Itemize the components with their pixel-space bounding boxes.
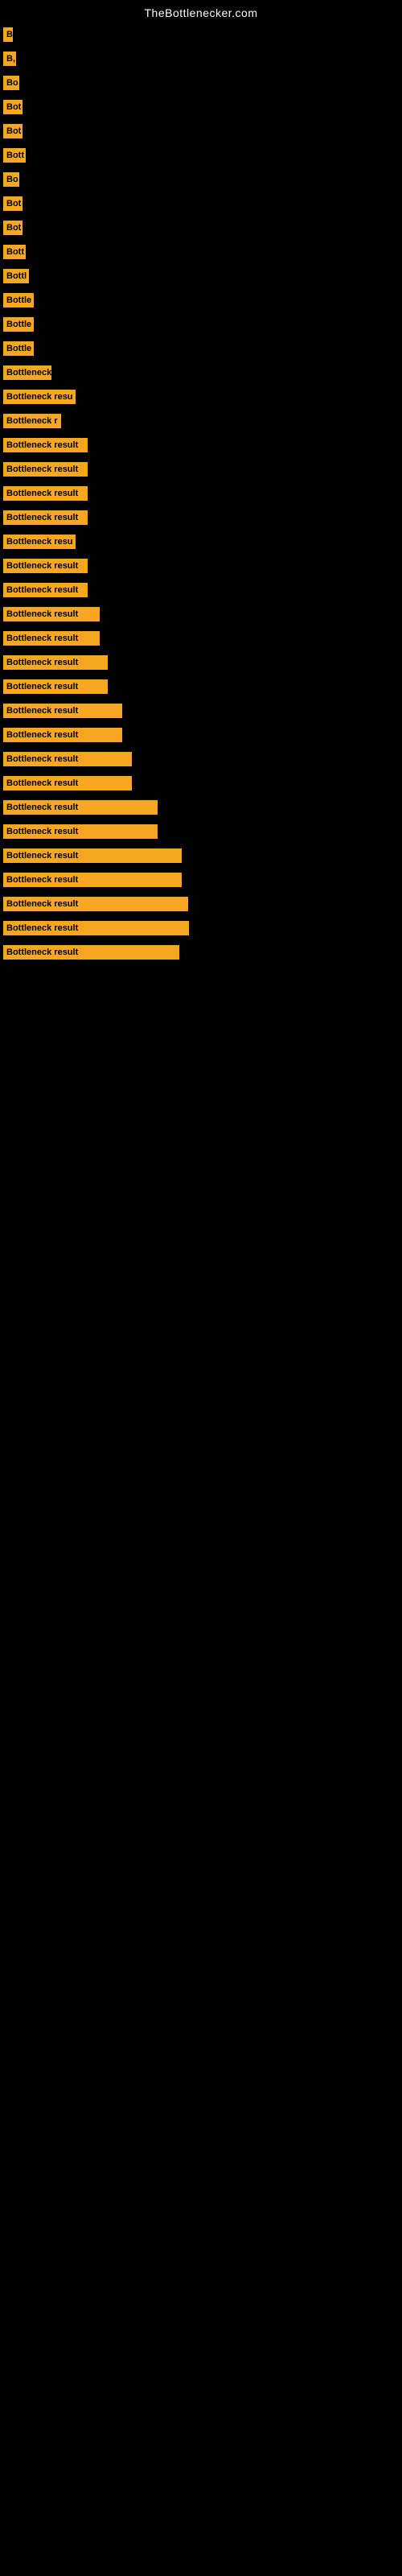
bar-label: B xyxy=(3,27,13,42)
bar-label: Bottleneck result xyxy=(3,897,188,911)
bar-label: Bot xyxy=(3,221,23,235)
bar-row: Bottleneck resu xyxy=(0,530,402,554)
bar-label: Bo xyxy=(3,76,19,90)
bar-label: Bottleneck result xyxy=(3,728,122,742)
bar-row: Bottleneck result xyxy=(0,506,402,530)
bar-row: Bottle xyxy=(0,312,402,336)
bar-label: Bottleneck resu xyxy=(3,535,76,549)
bar-row: Bo xyxy=(0,71,402,95)
bar-row: Bottleneck result xyxy=(0,481,402,506)
bar-label: Bottleneck result xyxy=(3,510,88,525)
bar-row: Bottleneck r xyxy=(0,409,402,433)
bar-row: B xyxy=(0,23,402,47)
bar-row: Bottl xyxy=(0,264,402,288)
bar-label: Bottle xyxy=(3,293,34,308)
bar-row: Bottleneck result xyxy=(0,771,402,795)
bar-label: Bott xyxy=(3,148,26,163)
bar-label: Bottleneck result xyxy=(3,848,182,863)
bar-row: Bottleneck result xyxy=(0,650,402,675)
bar-label: Bottleneck r xyxy=(3,414,61,428)
bar-row: Bottleneck result xyxy=(0,844,402,868)
bar-row: Bottleneck result xyxy=(0,433,402,457)
bar-row: B, xyxy=(0,47,402,71)
bar-row: Bottleneck result xyxy=(0,819,402,844)
bar-label: B, xyxy=(3,52,16,66)
bar-label: Bottle xyxy=(3,341,34,356)
bar-row: Bottleneck result xyxy=(0,747,402,771)
bar-label: Bottleneck result xyxy=(3,921,189,935)
bar-label: Bottleneck result xyxy=(3,631,100,646)
bar-row: Bott xyxy=(0,143,402,167)
bar-row: Bottleneck result xyxy=(0,675,402,699)
bar-label: Bottleneck result xyxy=(3,873,182,887)
bar-label: Bottleneck result xyxy=(3,559,88,573)
bar-row: Bottle xyxy=(0,288,402,312)
bar-row: Bo xyxy=(0,167,402,192)
bar-row: Bot xyxy=(0,192,402,216)
bar-label: Bottleneck result xyxy=(3,945,179,960)
bar-label: Bottleneck xyxy=(3,365,51,380)
bar-label: Bottleneck result xyxy=(3,800,158,815)
bar-label: Bottleneck result xyxy=(3,486,88,501)
bar-row: Bottleneck result xyxy=(0,916,402,940)
bar-row: Bottleneck result xyxy=(0,602,402,626)
bar-row: Bottleneck resu xyxy=(0,385,402,409)
bar-row: Bottleneck result xyxy=(0,868,402,892)
bar-label: Bottleneck result xyxy=(3,462,88,477)
bar-row: Bottleneck result xyxy=(0,578,402,602)
bar-label: Bottleneck result xyxy=(3,679,108,694)
bar-row: Bottleneck result xyxy=(0,892,402,916)
bar-row: Bot xyxy=(0,95,402,119)
bar-label: Bottleneck result xyxy=(3,655,108,670)
bar-row: Bottleneck result xyxy=(0,626,402,650)
bar-label: Bottleneck result xyxy=(3,752,132,766)
bar-row: Bottleneck result xyxy=(0,795,402,819)
site-title: TheBottlenecker.com xyxy=(0,0,402,23)
bar-label: Bottleneck result xyxy=(3,776,132,791)
bar-row: Bottle xyxy=(0,336,402,361)
bar-label: Bottleneck resu xyxy=(3,390,76,404)
bar-row: Bottleneck xyxy=(0,361,402,385)
bar-row: Bottleneck result xyxy=(0,554,402,578)
bar-label: Bottleneck result xyxy=(3,438,88,452)
bar-label: Bottleneck result xyxy=(3,704,122,718)
bar-label: Bo xyxy=(3,172,19,187)
bar-row: Bottleneck result xyxy=(0,723,402,747)
bar-label: Bot xyxy=(3,124,23,138)
bar-label: Bot xyxy=(3,100,23,114)
bar-row: Bottleneck result xyxy=(0,940,402,964)
bar-row: Bot xyxy=(0,119,402,143)
bar-label: Bot xyxy=(3,196,23,211)
bar-label: Bottle xyxy=(3,317,34,332)
bar-row: Bottleneck result xyxy=(0,699,402,723)
bar-label: Bottleneck result xyxy=(3,583,88,597)
bar-label: Bottl xyxy=(3,269,29,283)
bar-row: Bot xyxy=(0,216,402,240)
bar-label: Bottleneck result xyxy=(3,824,158,839)
bar-row: Bott xyxy=(0,240,402,264)
bar-row: Bottleneck result xyxy=(0,457,402,481)
bar-label: Bottleneck result xyxy=(3,607,100,621)
bar-label: Bott xyxy=(3,245,26,259)
